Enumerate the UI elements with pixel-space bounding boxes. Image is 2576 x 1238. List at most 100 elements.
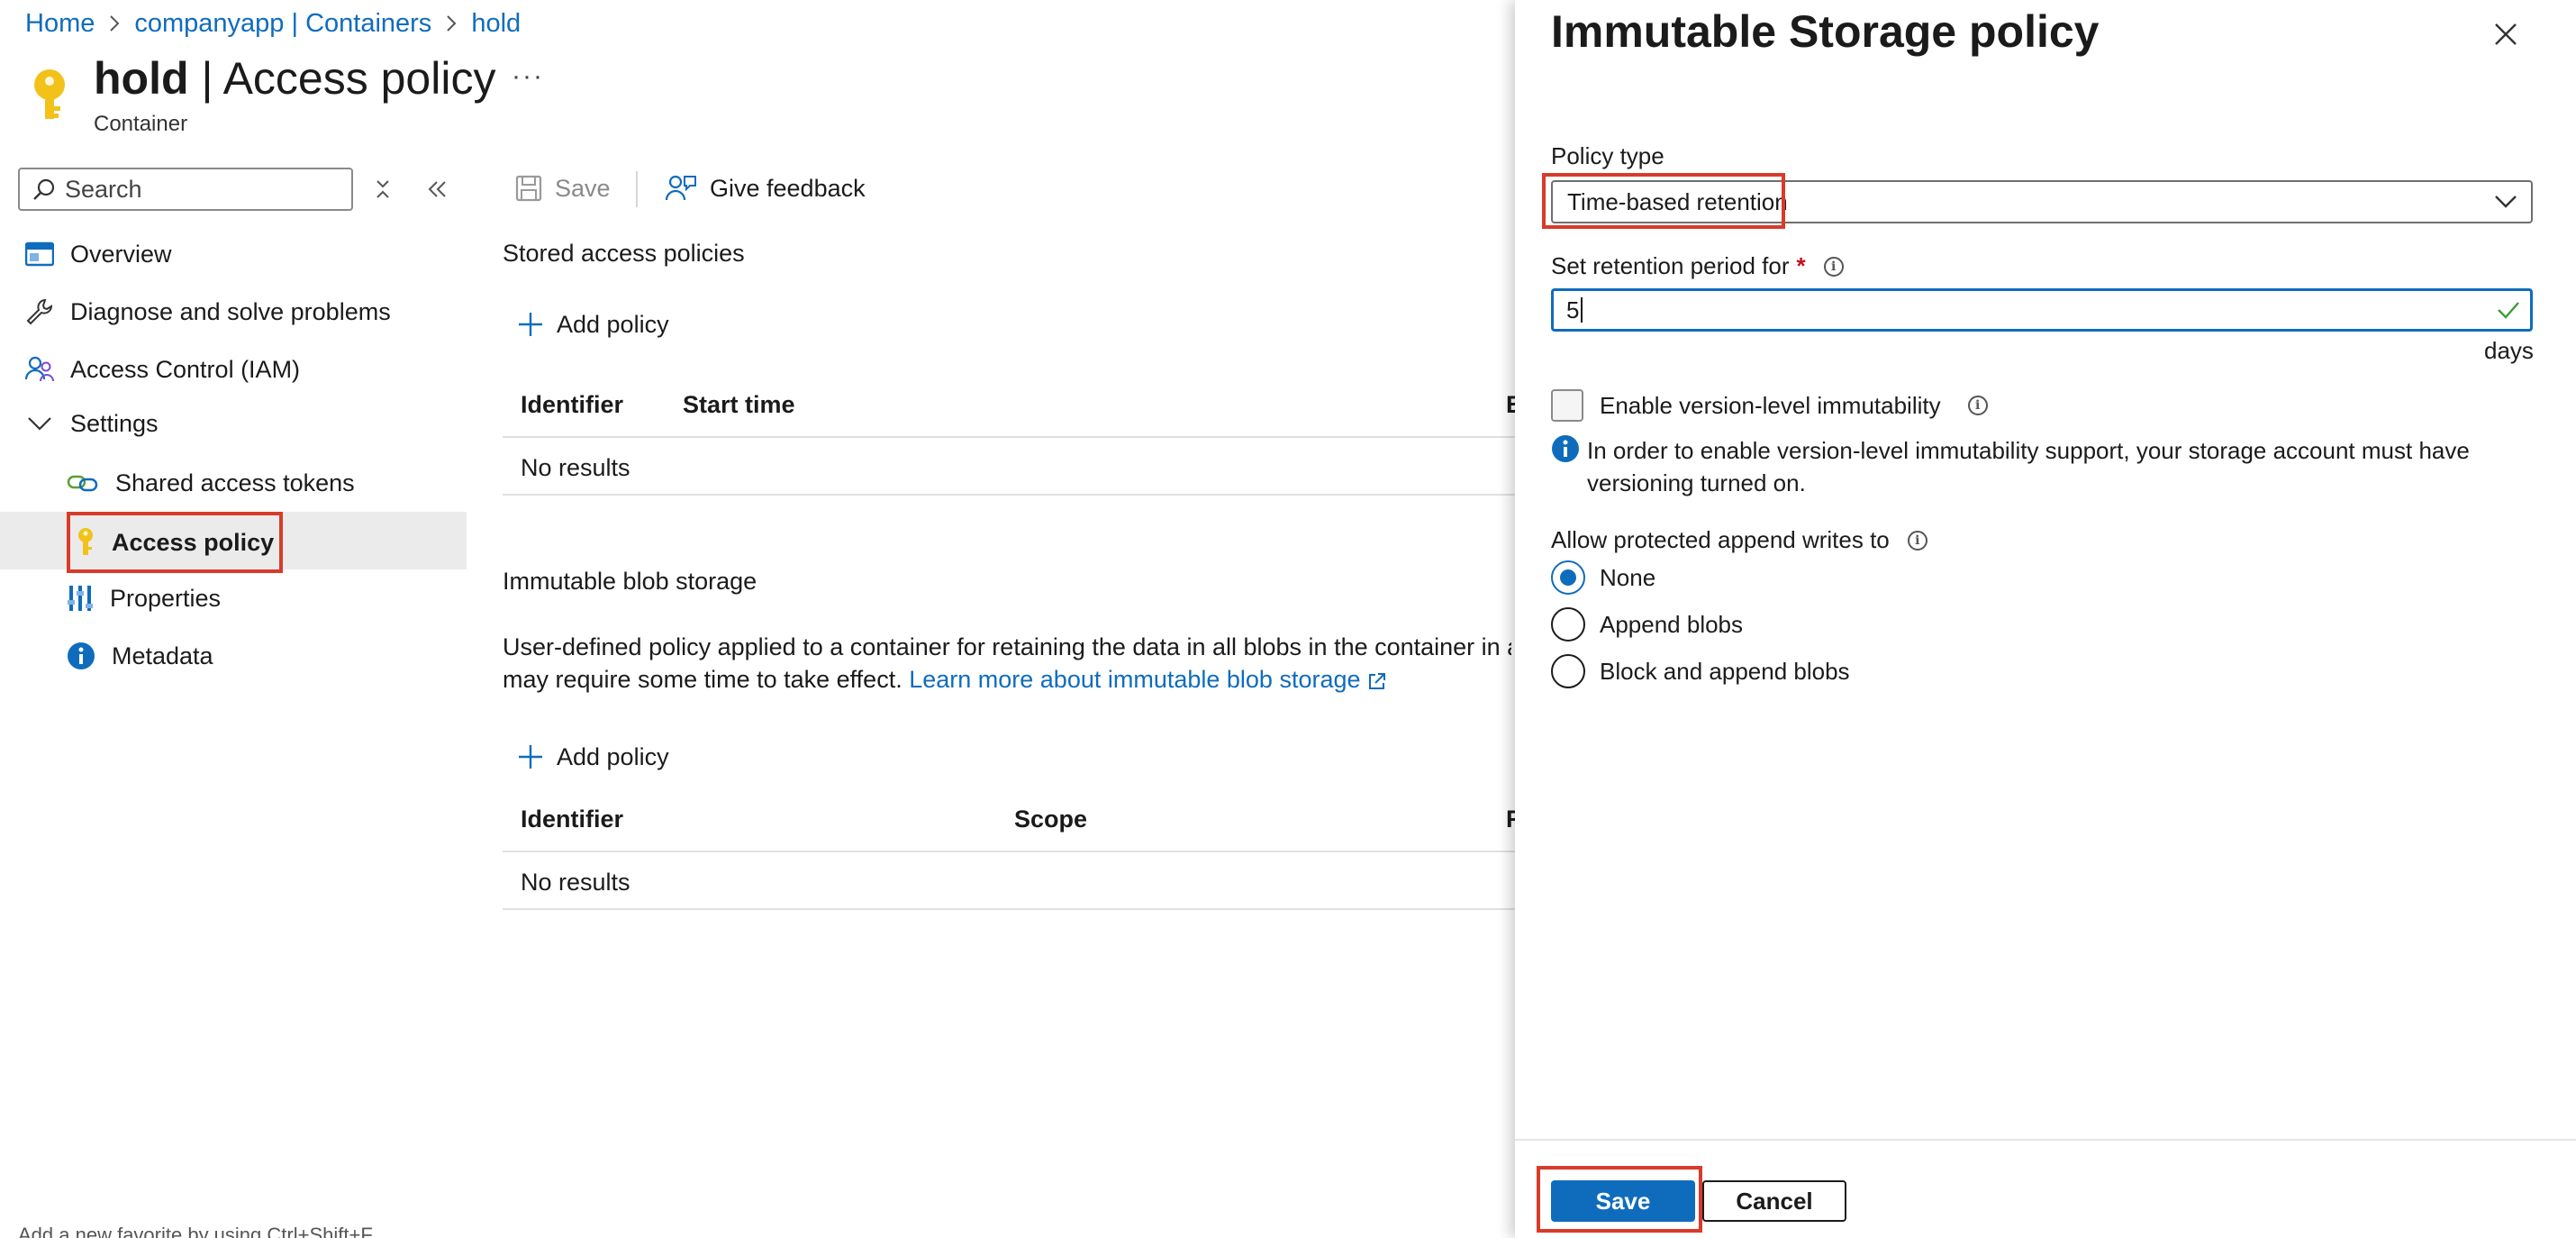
immutable-storage-title: Immutable blob storage xyxy=(503,568,757,595)
resource-name: hold xyxy=(94,53,189,104)
key-icon xyxy=(76,527,95,558)
sidebar-item-label: Settings xyxy=(70,409,159,437)
info-filled-icon xyxy=(1551,434,1580,463)
table-divider xyxy=(503,436,1515,438)
policy-type-label: Policy type xyxy=(1551,142,1664,169)
search-placeholder: Search xyxy=(65,175,142,203)
sidebar-item-metadata[interactable]: Metadata xyxy=(67,629,213,683)
collapse-sidebar-button[interactable] xyxy=(422,173,454,205)
title-separator: | xyxy=(201,53,213,104)
add-policy-label: Add policy xyxy=(557,742,669,770)
retention-period-label: Set retention period for * i xyxy=(1551,252,1844,280)
cancel-button[interactable]: Cancel xyxy=(1702,1180,1846,1222)
breadcrumb-home[interactable]: Home xyxy=(25,9,95,39)
required-mark: * xyxy=(1796,252,1806,279)
sidebar-item-label: Overview xyxy=(70,240,172,268)
sidebar-item-label: Diagnose and solve problems xyxy=(70,297,391,325)
toolbar-divider xyxy=(636,171,638,207)
page-subtitle: Container xyxy=(94,112,188,136)
append-label-text: Allow protected append writes to xyxy=(1551,526,1890,553)
info-icon[interactable]: i xyxy=(1907,530,1927,551)
info-line: versioning turned on. xyxy=(1587,469,1806,496)
toolbar-save-button[interactable]: Save xyxy=(515,168,611,209)
immutable-description: User-defined policy applied to a contain… xyxy=(503,631,1511,696)
add-stored-policy-button[interactable]: Add policy xyxy=(517,304,669,345)
radio-none[interactable] xyxy=(1551,560,1585,595)
info-icon xyxy=(67,642,95,670)
column-header-scope[interactable]: Scope xyxy=(1014,806,1087,833)
radio-append-blobs-label[interactable]: Append blobs xyxy=(1600,611,1743,639)
search-input[interactable]: Search xyxy=(18,168,353,211)
plus-icon xyxy=(517,311,544,338)
info-icon[interactable]: i xyxy=(1967,396,1988,415)
text-cursor xyxy=(1581,297,1583,323)
retention-period-input[interactable]: 5 xyxy=(1551,288,2533,332)
save-label: Save xyxy=(555,174,611,202)
radio-block-and-append-blobs[interactable] xyxy=(1551,654,1585,688)
immutable-policies-empty: No results xyxy=(521,869,630,896)
search-icon xyxy=(32,178,56,201)
radio-block-and-append-label[interactable]: Block and append blobs xyxy=(1600,658,1850,686)
properties-icon xyxy=(67,584,94,613)
save-icon xyxy=(515,175,542,202)
add-policy-label: Add policy xyxy=(557,310,669,338)
radio-none-label[interactable]: None xyxy=(1600,564,1655,592)
stored-policies-title: Stored access policies xyxy=(503,240,745,267)
version-immutability-label: Enable version-level immutability xyxy=(1600,391,1941,419)
retention-value: 5 xyxy=(1566,296,1580,323)
more-options-button[interactable]: ··· xyxy=(512,61,544,92)
clear-filter-button[interactable] xyxy=(369,173,396,205)
policy-type-highlight xyxy=(1542,173,1785,229)
retention-label-text: Set retention period for xyxy=(1551,252,1790,279)
table-divider xyxy=(503,851,1515,852)
sidebar-item-access-policy[interactable]: Access policy xyxy=(67,512,284,573)
close-icon[interactable] xyxy=(2488,16,2524,52)
give-feedback-button[interactable]: Give feedback xyxy=(665,168,866,209)
feedback-label: Give feedback xyxy=(710,174,866,202)
footer-hint: Add a new favorite by using Ctrl+Shift+F xyxy=(18,1224,373,1238)
sidebar-item-label: Access Control (IAM) xyxy=(70,355,301,383)
sidebar-item-label: Access policy xyxy=(112,528,275,556)
sidebar-item-label: Properties xyxy=(110,584,222,612)
sidebar-group-settings[interactable]: Settings xyxy=(25,396,159,451)
info-line: In order to enable version-level immutab… xyxy=(1587,437,2470,464)
versioning-info-text: In order to enable version-level immutab… xyxy=(1587,434,2470,499)
wrench-icon xyxy=(25,297,54,326)
sidebar-item-overview[interactable]: Overview xyxy=(25,227,172,281)
column-header-identifier[interactable]: Identifier xyxy=(521,806,623,833)
table-divider xyxy=(503,494,1515,496)
description-line: User-defined policy applied to a contain… xyxy=(503,633,1511,660)
sidebar-item-diagnose[interactable]: Diagnose and solve problems xyxy=(25,285,391,339)
chevron-right-icon xyxy=(446,14,457,32)
learn-more-link[interactable]: Learn more about immutable blob storage xyxy=(909,666,1360,693)
sidebar-item-label: Metadata xyxy=(112,642,213,669)
checkmark-icon xyxy=(2496,298,2521,322)
page-name: Access policy xyxy=(222,53,496,104)
save-button[interactable]: Save xyxy=(1551,1180,1695,1222)
overview-icon xyxy=(25,241,54,267)
key-icon xyxy=(27,67,72,124)
breadcrumb: Home companyapp | Containers hold xyxy=(25,7,521,40)
breadcrumb-hold[interactable]: hold xyxy=(471,9,521,39)
table-divider xyxy=(503,908,1515,910)
sidebar-item-shared-access-tokens[interactable]: Shared access tokens xyxy=(67,456,355,510)
breadcrumb-containers[interactable]: companyapp | Containers xyxy=(134,9,431,39)
chevron-down-icon xyxy=(2493,191,2518,211)
column-header-identifier[interactable]: Identifier xyxy=(521,391,623,419)
info-icon[interactable]: i xyxy=(1823,256,1844,277)
version-immutability-checkbox[interactable]: Enable version-level immutability i xyxy=(1551,389,1988,422)
external-link-icon xyxy=(1367,671,1387,691)
feedback-icon xyxy=(665,173,697,204)
plus-icon xyxy=(517,743,544,770)
checkbox[interactable] xyxy=(1551,389,1583,422)
description-line-2: may require some time to take effect. Le… xyxy=(503,663,1511,696)
add-immutable-policy-button[interactable]: Add policy xyxy=(517,736,669,778)
stored-policies-empty: No results xyxy=(521,454,630,481)
column-header-start-time[interactable]: Start time xyxy=(683,391,795,419)
panel-title: Immutable Storage policy xyxy=(1551,6,2100,57)
sidebar-item-iam[interactable]: Access Control (IAM) xyxy=(25,342,300,396)
radio-append-blobs[interactable] xyxy=(1551,607,1585,642)
sidebar-item-properties[interactable]: Properties xyxy=(67,571,221,625)
users-icon xyxy=(25,355,54,384)
description-text: may require some time to take effect. xyxy=(503,666,903,693)
